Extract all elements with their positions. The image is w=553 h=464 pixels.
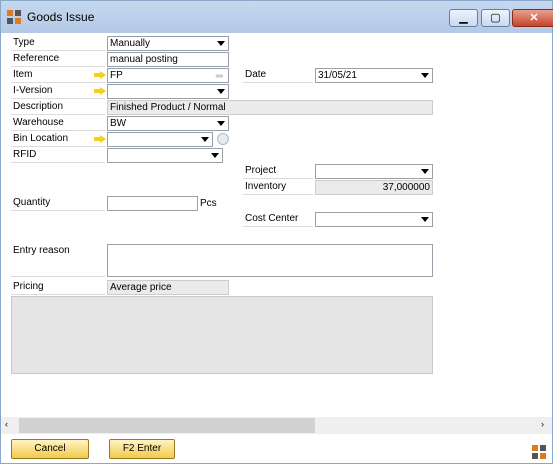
project-label: Project bbox=[243, 163, 313, 179]
description-label: Description bbox=[11, 99, 105, 115]
type-label: Type bbox=[11, 35, 105, 51]
entry-reason-textarea[interactable] bbox=[107, 244, 433, 277]
reference-input[interactable]: manual posting bbox=[107, 52, 229, 67]
dropdown-icon bbox=[201, 137, 209, 142]
arrow-link-icon[interactable] bbox=[94, 135, 106, 143]
goods-issue-window: Goods Issue ▁ ▢ ✕ Type Manually Referenc… bbox=[0, 0, 553, 464]
app-logo-icon bbox=[7, 10, 21, 24]
quantity-input[interactable] bbox=[107, 196, 198, 211]
bin-location-label: Bin Location bbox=[11, 131, 105, 147]
cancel-button[interactable]: Cancel bbox=[11, 439, 89, 459]
minimize-button[interactable]: ▁ bbox=[449, 9, 478, 27]
list-icon[interactable]: ═ bbox=[216, 70, 223, 83]
scroll-right-icon[interactable]: › bbox=[541, 419, 544, 429]
dropdown-icon bbox=[421, 73, 429, 78]
quantity-unit: Pcs bbox=[200, 198, 217, 209]
horizontal-scrollbar[interactable]: ‹ › bbox=[1, 417, 552, 434]
dropdown-icon bbox=[211, 153, 219, 158]
inventory-label: Inventory bbox=[243, 179, 313, 195]
scroll-thumb[interactable] bbox=[19, 418, 315, 433]
i-version-label: I-Version bbox=[11, 83, 105, 99]
inventory-field: 37,000000 bbox=[315, 180, 433, 195]
remarks-panel bbox=[11, 296, 433, 374]
dropdown-icon bbox=[421, 169, 429, 174]
pricing-field: Average price bbox=[107, 280, 229, 295]
project-dropdown[interactable] bbox=[315, 164, 433, 179]
title-bar[interactable]: Goods Issue ▁ ▢ ✕ bbox=[1, 1, 553, 33]
enter-button[interactable]: F2 Enter bbox=[109, 439, 175, 459]
arrow-link-icon[interactable] bbox=[94, 87, 106, 95]
cost-center-label: Cost Center bbox=[243, 211, 313, 227]
rfid-dropdown[interactable] bbox=[107, 148, 223, 163]
form-content: Type Manually Reference manual posting I… bbox=[1, 33, 552, 463]
bin-location-dropdown[interactable] bbox=[107, 132, 213, 147]
maximize-button[interactable]: ▢ bbox=[481, 9, 510, 27]
dropdown-icon bbox=[217, 41, 225, 46]
entry-reason-label: Entry reason bbox=[11, 243, 105, 277]
type-dropdown[interactable]: Manually bbox=[107, 36, 229, 51]
item-label: Item bbox=[11, 67, 105, 83]
date-label: Date bbox=[243, 67, 313, 83]
arrow-link-icon[interactable] bbox=[94, 71, 106, 79]
date-dropdown[interactable]: 31/05/21 bbox=[315, 68, 433, 83]
i-version-dropdown[interactable] bbox=[107, 84, 229, 99]
dropdown-icon bbox=[217, 121, 225, 126]
close-button[interactable]: ✕ bbox=[512, 9, 553, 27]
app-logo-icon bbox=[532, 445, 546, 459]
item-input[interactable]: FP ═ bbox=[107, 68, 229, 83]
maximize-icon: ▢ bbox=[490, 12, 501, 24]
description-field: Finished Product / Normal bbox=[107, 100, 433, 115]
quantity-label: Quantity bbox=[11, 195, 105, 211]
warehouse-dropdown[interactable]: BW bbox=[107, 116, 229, 131]
bin-info-icon[interactable] bbox=[217, 133, 229, 145]
cost-center-dropdown[interactable] bbox=[315, 212, 433, 227]
minimize-icon: ▁ bbox=[459, 12, 468, 24]
rfid-label: RFID bbox=[11, 147, 105, 163]
reference-label: Reference bbox=[11, 51, 105, 67]
dropdown-icon bbox=[421, 217, 429, 222]
scroll-left-icon[interactable]: ‹ bbox=[5, 419, 8, 429]
window-title: Goods Issue bbox=[27, 10, 95, 24]
warehouse-label: Warehouse bbox=[11, 115, 105, 131]
dropdown-icon bbox=[217, 89, 225, 94]
pricing-label: Pricing bbox=[11, 279, 105, 295]
close-icon: ✕ bbox=[529, 12, 539, 24]
